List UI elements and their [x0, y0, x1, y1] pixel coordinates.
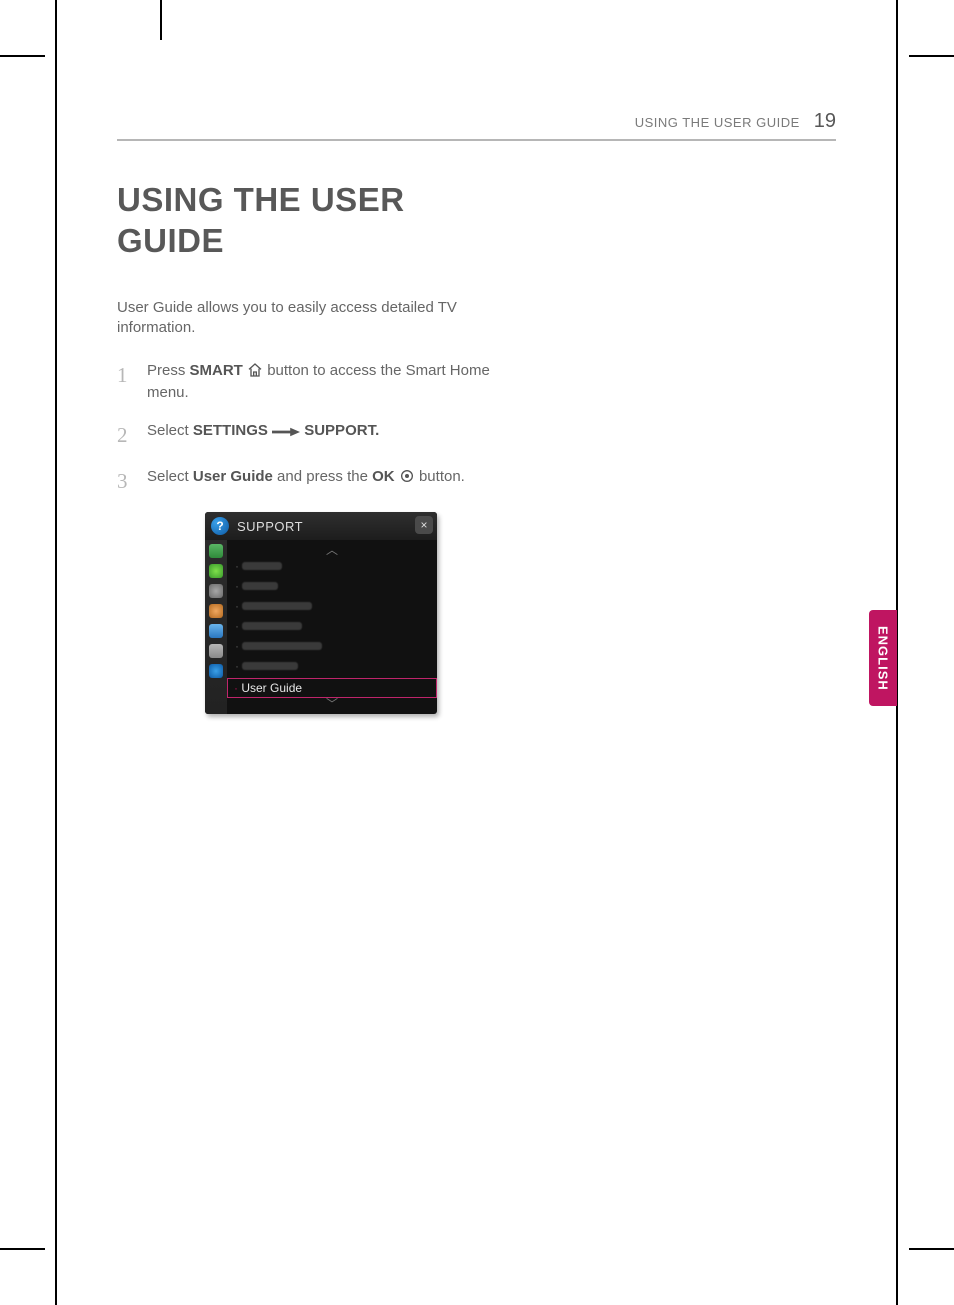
step-text: Select SETTINGS SUPPORT. — [147, 420, 517, 450]
help-icon: ? — [211, 517, 229, 535]
arrow-right-icon — [272, 426, 300, 438]
home-icon — [247, 362, 263, 378]
list-item[interactable] — [227, 556, 437, 576]
language-tab: ENGLISH — [869, 610, 897, 706]
support-titlebar: ? SUPPORT × — [205, 512, 437, 540]
step-number: 1 — [117, 360, 131, 404]
menu-sidebar — [205, 540, 227, 714]
step-number: 3 — [117, 466, 131, 496]
list-item[interactable] — [227, 636, 437, 656]
list-item[interactable] — [227, 576, 437, 596]
step-text: Select User Guide and press the OK butto… — [147, 466, 517, 496]
support-title: SUPPORT — [237, 519, 303, 534]
sidebar-icon[interactable] — [209, 644, 223, 658]
chevron-up-icon[interactable]: ︿ — [227, 544, 437, 556]
step-number: 2 — [117, 420, 131, 450]
sidebar-icon-support[interactable] — [209, 664, 223, 678]
content-area: USING THE USER GUIDE 19 USING THE USER G… — [117, 110, 836, 714]
user-guide-label: User Guide — [193, 468, 273, 485]
running-header: USING THE USER GUIDE 19 — [117, 110, 836, 141]
page-frame: USING THE USER GUIDE 19 USING THE USER G… — [55, 0, 898, 1305]
step-3: 3 Select User Guide and press the OK but… — [117, 466, 517, 496]
language-label: ENGLISH — [876, 626, 891, 691]
chevron-down-icon[interactable]: ﹀ — [227, 698, 437, 710]
smart-label: SMART — [190, 362, 243, 379]
intro-paragraph: User Guide allows you to easily access d… — [117, 298, 467, 339]
step-1: 1 Press SMART button to access the Smart… — [117, 360, 517, 404]
settings-label: SETTINGS — [193, 422, 268, 439]
selected-label: User Guide — [241, 681, 302, 695]
sidebar-icon[interactable] — [209, 584, 223, 598]
steps-list: 1 Press SMART button to access the Smart… — [117, 360, 517, 496]
page-number: 19 — [814, 110, 836, 133]
step-2: 2 Select SETTINGS SUPPORT. — [117, 420, 517, 450]
list-item[interactable] — [227, 656, 437, 676]
sidebar-icon[interactable] — [209, 564, 223, 578]
sidebar-icon[interactable] — [209, 604, 223, 618]
page-title: USING THE USER GUIDE — [117, 179, 467, 262]
list-item-selected[interactable]: User Guide — [227, 678, 437, 698]
support-label: SUPPORT. — [304, 422, 379, 439]
ok-label: OK — [372, 468, 395, 485]
sidebar-icon[interactable] — [209, 624, 223, 638]
ok-wheel-icon — [399, 468, 415, 484]
close-icon[interactable]: × — [415, 516, 433, 534]
list-item[interactable] — [227, 616, 437, 636]
menu-list: ︿ User Guide ﹀ — [227, 540, 437, 714]
list-item[interactable] — [227, 596, 437, 616]
step-text: Press SMART button to access the Smart H… — [147, 360, 517, 404]
sidebar-icon[interactable] — [209, 544, 223, 558]
support-menu-screenshot: ? SUPPORT × ︿ — [205, 512, 437, 714]
running-header-text: USING THE USER GUIDE — [635, 115, 800, 130]
